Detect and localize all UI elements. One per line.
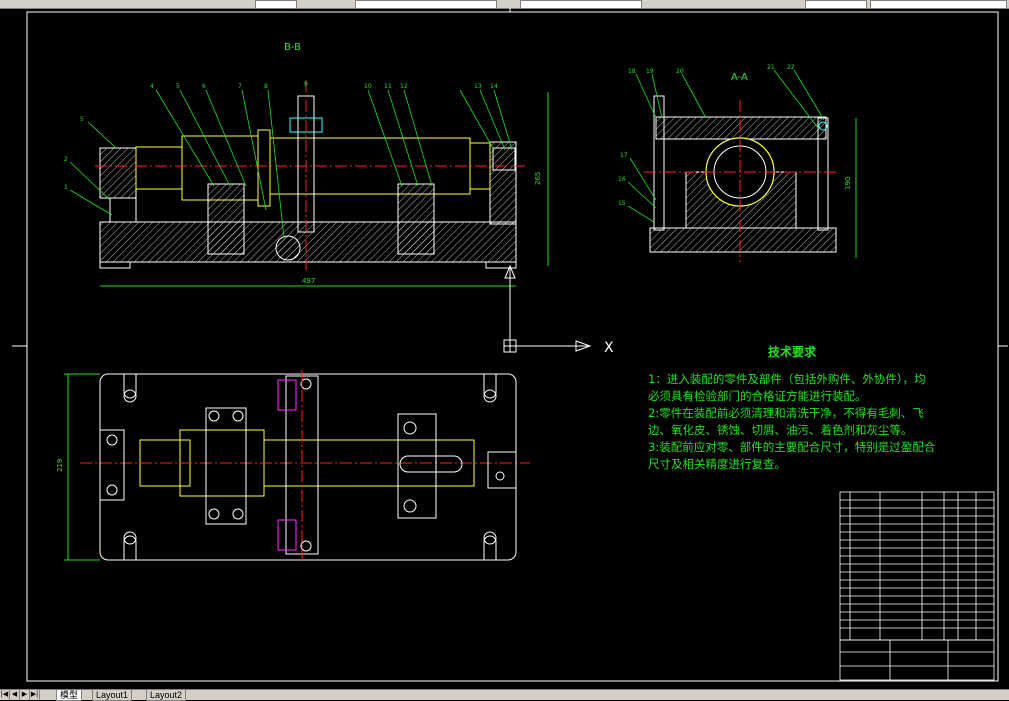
v-block-right xyxy=(397,183,435,255)
balloon-bb-11: 12 xyxy=(400,83,408,90)
balloon-aa-2: 20 xyxy=(676,68,684,75)
balloon-bb-2: 1 xyxy=(64,184,68,191)
title-block xyxy=(839,491,995,681)
balloon-bb-9: 10 xyxy=(364,83,372,90)
base-plate xyxy=(99,221,517,263)
tech-line-3: 2:零件在装配前必须清理和清洗干净，不得有毛刺、飞 xyxy=(648,406,924,420)
view-bb-label: B-B xyxy=(284,42,301,53)
left-inner xyxy=(109,197,137,223)
drawing-canvas[interactable]: B-B 497 265 5 2 1 4 5 6 7 8 9 10 11 12 1… xyxy=(0,8,1009,689)
balloon-bb-6: 7 xyxy=(238,83,242,90)
tech-line-1: 1：进入装配的零件及部件（包括外购件、外协件），均 xyxy=(648,372,926,386)
balloon-bb-10: 11 xyxy=(384,83,392,90)
tab-model[interactable]: 模型 xyxy=(56,690,83,701)
plan-base xyxy=(99,373,517,561)
balloon-bb-8: 9 xyxy=(304,81,308,88)
view-aa-label: A-A xyxy=(731,72,748,83)
tech-requirements-title: 技术要求 xyxy=(768,345,817,359)
view-bb: B-B 497 265 5 2 1 4 5 6 7 8 9 10 11 12 1… xyxy=(64,42,549,287)
tab-layout2[interactable]: Layout2 xyxy=(146,690,187,701)
balloon-bb-0: 5 xyxy=(80,116,84,123)
balloon-aa-0: 18 xyxy=(628,68,636,75)
press-bar-pad-bottom xyxy=(277,519,297,551)
tech-requirements: 1：进入装配的零件及部件（包括外购件、外协件），均 必须具有检验部门的合格证方能… xyxy=(648,371,953,473)
aa-top-bar xyxy=(655,116,827,140)
balloon-bb-13: 14 xyxy=(490,83,498,90)
press-bar-pad-top xyxy=(277,379,297,411)
aa-dim-text: 190 xyxy=(844,177,852,190)
plan-dim-text: 219 xyxy=(56,459,64,472)
balloon-aa-3: 21 xyxy=(767,64,775,71)
balloon-bb-12: 13 xyxy=(474,83,482,90)
balloon-bb-3: 4 xyxy=(150,83,154,90)
base-foot-right xyxy=(485,261,517,269)
locating-pin xyxy=(275,235,301,261)
tech-line-4: 边、氧化皮、锈蚀、切屑、油污、着色剂和灰尘等。 xyxy=(648,423,913,437)
dim-length-text: 497 xyxy=(302,277,315,285)
view-plan: 219 xyxy=(56,370,530,561)
balloon-bb-4: 5 xyxy=(176,83,180,90)
balloon-aa-7: 15 xyxy=(618,200,626,207)
balloon-aa-5: 17 xyxy=(620,152,628,159)
tab-layout1[interactable]: Layout1 xyxy=(92,690,133,701)
balloon-aa-6: 16 xyxy=(618,176,626,183)
tech-line-5: 3:装配前应对零、部件的主要配合尺寸，特别是过盈配合 xyxy=(648,440,936,454)
balloon-bb-5: 6 xyxy=(202,83,206,90)
right-support xyxy=(489,141,517,225)
shaft-left xyxy=(135,146,183,190)
left-block xyxy=(99,147,137,199)
v-block-left xyxy=(207,183,245,255)
tech-line-2: 必须具有检验部门的合格证方能进行装配。 xyxy=(648,389,867,403)
base-foot-left xyxy=(99,261,131,269)
balloon-aa-1: 19 xyxy=(646,68,654,75)
view-aa: A-A 190 18 19 20 21 22 17 16 15 xyxy=(618,64,857,262)
dim-height-text: 265 xyxy=(534,172,542,185)
balloon-aa-4: 22 xyxy=(787,64,795,71)
balloon-bb-7: 8 xyxy=(264,83,268,90)
tech-line-6: 尺寸及相关精度进行复查。 xyxy=(648,457,786,471)
balloon-bb-1: 2 xyxy=(64,156,68,163)
ucs-x-label: X xyxy=(604,340,614,356)
ucs-icon: X xyxy=(503,264,614,356)
layout-tab-bar: |◀ ◀ ▶ ▶| 模型 Layout1 Layout2 xyxy=(0,689,1009,701)
aa-base xyxy=(649,227,837,253)
shaft-collar xyxy=(257,129,271,207)
